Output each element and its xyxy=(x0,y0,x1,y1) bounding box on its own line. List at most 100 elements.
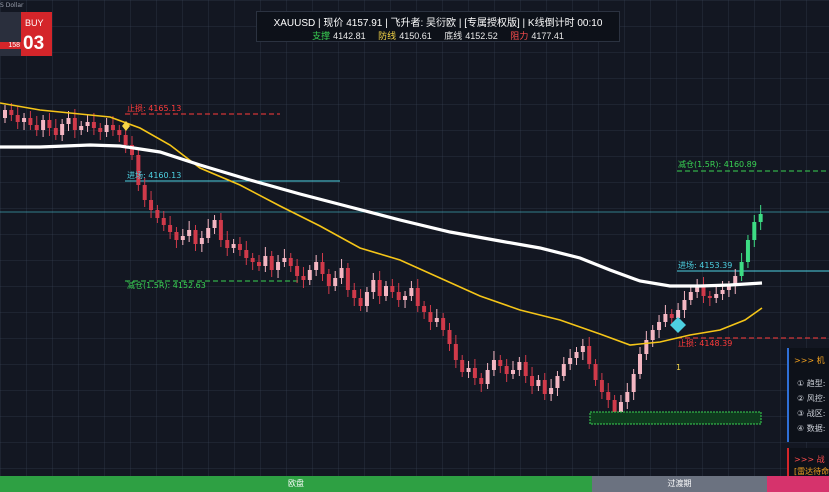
signal-diamond-cyan xyxy=(670,317,686,333)
candle-body xyxy=(22,118,27,122)
candle-body xyxy=(561,364,566,376)
candle-body xyxy=(263,256,268,266)
candle-body xyxy=(53,128,58,135)
candle-body xyxy=(504,366,509,374)
candle-body xyxy=(161,218,166,225)
candle-body xyxy=(352,290,357,298)
candle-body xyxy=(612,400,617,412)
candle-body xyxy=(149,200,154,210)
candle-body xyxy=(676,310,681,318)
candle-body xyxy=(460,360,465,372)
candle-body xyxy=(136,155,141,185)
side-item-zone: ③ 战区: xyxy=(797,409,826,418)
annotation-label: 进场: 4160.13 xyxy=(127,171,181,180)
candle-body xyxy=(752,222,757,240)
candle-body xyxy=(549,388,554,394)
candle-body xyxy=(79,126,84,130)
candle-body xyxy=(536,380,541,386)
candle-body xyxy=(314,262,319,270)
candle-body xyxy=(479,378,484,384)
candle-body xyxy=(530,376,535,386)
candle-body xyxy=(257,262,261,266)
stat-defense: 防线 4150.61 xyxy=(378,31,432,41)
side-item-risk: ② 风控: xyxy=(797,394,826,403)
candle-body xyxy=(618,402,623,412)
volume-zone-box xyxy=(589,411,762,425)
stat-bottom: 底线 4152.52 xyxy=(444,31,498,41)
candle-body xyxy=(485,370,490,384)
buy-label: BUY xyxy=(25,18,44,28)
candle-body xyxy=(47,120,52,128)
candle-body xyxy=(574,352,579,358)
candle-body xyxy=(237,244,242,250)
annotation-label: 1 xyxy=(676,363,681,372)
candle-body xyxy=(422,306,427,312)
candle-body xyxy=(104,125,109,132)
annotation-label: 减仓(1.5R): 4152.63 xyxy=(127,280,206,290)
candle-body xyxy=(441,318,446,330)
candlesticks xyxy=(3,103,763,418)
candle-body xyxy=(60,124,65,135)
session-transition: 过渡期 xyxy=(592,476,767,492)
candle-body xyxy=(453,344,458,360)
candle-body xyxy=(472,368,477,378)
candle-body xyxy=(358,298,363,306)
candle-body xyxy=(638,354,642,374)
candle-body xyxy=(568,358,573,364)
candle-body xyxy=(345,268,350,290)
candle-body xyxy=(409,288,414,296)
candle-body xyxy=(180,236,185,240)
candle-body xyxy=(9,110,14,115)
side-panel-title: >>> 机 xyxy=(794,356,825,365)
candle-body xyxy=(707,296,712,298)
candle-body xyxy=(758,214,763,222)
side-item-trend: ① 趋型: xyxy=(797,379,826,388)
symbol-label: S Dollar xyxy=(0,2,24,9)
candle-body xyxy=(117,130,122,135)
candle-body xyxy=(580,346,585,352)
candle-body xyxy=(384,286,388,296)
buy-price-big: 03 xyxy=(23,33,45,54)
buy-button[interactable]: BUY 158 03 xyxy=(0,12,52,56)
candle-body xyxy=(142,185,147,200)
candle-body xyxy=(517,362,522,370)
battle-side-panel: >>> 战 [雷达待命 xyxy=(787,448,829,476)
candle-body xyxy=(720,290,725,294)
sell-button[interactable] xyxy=(0,12,21,56)
candle-body xyxy=(66,118,71,124)
candle-body xyxy=(276,262,281,270)
candle-body xyxy=(511,370,515,374)
candle-body xyxy=(542,380,547,394)
session-bar: 欧盘 过渡期 xyxy=(0,476,829,492)
candle-body xyxy=(34,125,39,130)
candle-body xyxy=(396,292,401,300)
candle-body xyxy=(288,258,293,266)
candle-body xyxy=(282,258,287,262)
candle-body xyxy=(168,225,173,232)
price-chart[interactable]: 止损: 4165.13 进场: 4160.13 减仓(1.5R): 4152.63 减… xyxy=(0,0,829,476)
side-item-data: ④ 数据: xyxy=(797,424,826,433)
candle-body xyxy=(364,292,369,306)
candle-body xyxy=(447,330,452,344)
radar-status: [雷达待命 xyxy=(794,467,829,476)
candle-body xyxy=(301,276,306,280)
candle-body xyxy=(377,280,382,296)
candle-body xyxy=(390,286,395,292)
candle-body xyxy=(523,362,528,376)
candle-body xyxy=(212,220,217,228)
candle-body xyxy=(657,322,662,330)
candle-body xyxy=(669,314,674,318)
candle-body xyxy=(15,115,20,122)
candle-body xyxy=(428,312,433,322)
candle-body xyxy=(155,210,160,218)
candle-body xyxy=(599,380,604,392)
candle-body xyxy=(110,125,115,130)
candle-body xyxy=(91,122,96,128)
candle-body xyxy=(98,128,103,132)
annotation-label: 进场: 4153.39 xyxy=(678,261,732,270)
stat-resistance: 阻力 4177.41 xyxy=(510,31,564,41)
candle-body xyxy=(295,266,300,276)
candle-body xyxy=(85,122,90,126)
candle-body xyxy=(491,360,496,370)
candle-body xyxy=(434,318,439,322)
